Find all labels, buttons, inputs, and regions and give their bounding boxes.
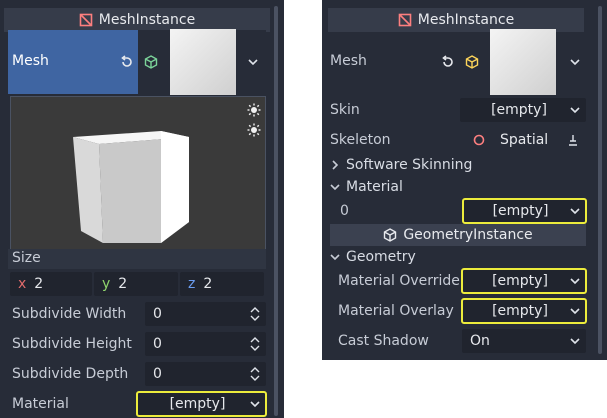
chevron-down-icon (570, 338, 580, 345)
left-scrollbar[interactable] (274, 6, 278, 416)
skeleton-nodepath[interactable]: Spatial (460, 128, 586, 152)
subdivide-depth-label: Subdivide Depth (12, 366, 129, 382)
material-index-label: 0 (340, 203, 349, 219)
material-overlay-dropdown[interactable]: [empty] (461, 298, 587, 324)
mesh-dropdown-chevron-icon[interactable] (570, 57, 580, 67)
mesh-preview-thumbnail[interactable] (490, 29, 556, 95)
geometry-instance-title: GeometryInstance (403, 227, 533, 243)
skeleton-label: Skeleton (330, 132, 391, 148)
subdivide-width-label: Subdivide Width (12, 306, 127, 322)
left-mesh-label: Mesh (12, 53, 49, 69)
size-label: Size (12, 250, 41, 266)
spin-arrows-icon[interactable] (250, 367, 260, 381)
right-header-title: MeshInstance (417, 12, 515, 28)
geometry-section-label: Geometry (346, 249, 416, 265)
material-override-dropdown[interactable]: [empty] (461, 268, 587, 294)
software-skinning-section[interactable]: Software Skinning (330, 154, 593, 176)
material-overlay-row: Material Overlay [empty] (330, 297, 593, 325)
size-vector-editor: x2 y2 z2 (10, 272, 264, 296)
material-0-dropdown[interactable]: [empty] (462, 198, 587, 224)
software-skinning-label: Software Skinning (346, 157, 473, 173)
skin-dropdown[interactable]: [empty] (460, 98, 586, 122)
chevron-right-icon (332, 160, 339, 170)
geometry-instance-header: GeometryInstance (330, 224, 586, 246)
material-override-row: Material Override [empty] (330, 267, 593, 295)
chevron-down-icon (330, 254, 340, 261)
skeleton-row: Skeleton Spatial (330, 126, 593, 154)
size-property: Size (8, 249, 266, 269)
cube-preview-graphic (73, 131, 189, 243)
mesh-resource-icon (144, 55, 158, 69)
right-mesh-row[interactable]: Mesh (330, 29, 586, 95)
right-mesh-label: Mesh (330, 53, 367, 69)
spin-arrows-icon[interactable] (250, 307, 260, 321)
clear-path-icon[interactable] (566, 133, 580, 147)
chevron-down-icon (570, 278, 580, 285)
cast-shadow-row: Cast Shadow On (330, 327, 593, 355)
skin-label: Skin (330, 102, 360, 118)
geometry-section[interactable]: Geometry (330, 246, 593, 268)
chevron-down-icon (250, 401, 260, 408)
left-inspector-panel: MeshInstance Mesh Size x2 y2 z2 Subdivid… (0, 0, 284, 418)
size-z-field[interactable]: z2 (180, 272, 264, 296)
chevron-down-icon (570, 107, 580, 114)
mesh-resource-icon (465, 55, 479, 69)
spatial-node-icon (473, 134, 485, 146)
size-y-field[interactable]: y2 (94, 272, 178, 296)
material-0-row: 0 [empty] (330, 197, 593, 225)
subdivide-width-spinbox[interactable]: 0 (145, 302, 266, 326)
subdivide-height-label: Subdivide Height (12, 336, 132, 352)
light-1-toggle-icon[interactable] (247, 103, 261, 117)
right-scrollbar[interactable] (598, 6, 602, 354)
revert-icon[interactable] (441, 55, 455, 69)
material-section-label: Material (346, 179, 403, 195)
skin-row: Skin [empty] (330, 96, 593, 124)
chevron-down-icon (570, 208, 580, 215)
geometry-instance-icon (384, 228, 397, 242)
left-material-label: Material (12, 396, 69, 412)
spin-arrows-icon[interactable] (250, 337, 260, 351)
material-overlay-label: Material Overlay (338, 303, 454, 319)
size-x-field[interactable]: x2 (10, 272, 92, 296)
meshinstance-node-icon (79, 13, 93, 27)
right-inspector-panel: MeshInstance Mesh Skin [empty] Skeleton … (322, 0, 607, 360)
subdivide-width-row: Subdivide Width 0 (8, 300, 270, 328)
light-2-toggle-icon[interactable] (247, 123, 261, 137)
cast-shadow-dropdown[interactable]: On (462, 329, 586, 353)
revert-icon[interactable] (120, 55, 134, 69)
chevron-down-icon (330, 184, 340, 191)
mesh-dropdown-chevron-icon[interactable] (248, 57, 258, 67)
material-override-label: Material Override (338, 273, 460, 289)
cast-shadow-label: Cast Shadow (338, 333, 429, 349)
subdivide-depth-row: Subdivide Depth 0 (8, 360, 270, 388)
subdivide-height-row: Subdivide Height 0 (8, 330, 270, 358)
subdivide-depth-spinbox[interactable]: 0 (145, 362, 266, 386)
mesh-preview-thumbnail[interactable] (170, 29, 236, 95)
meshinstance-node-icon (398, 13, 412, 27)
left-header-title: MeshInstance (98, 12, 196, 28)
material-section[interactable]: Material (330, 176, 593, 198)
mesh-3d-preview[interactable] (10, 96, 266, 250)
chevron-down-icon (570, 308, 580, 315)
subdivide-height-spinbox[interactable]: 0 (145, 332, 266, 356)
left-material-row: Material [empty] (8, 390, 270, 418)
left-mesh-row[interactable]: Mesh (8, 29, 266, 95)
left-material-dropdown[interactable]: [empty] (136, 391, 267, 417)
